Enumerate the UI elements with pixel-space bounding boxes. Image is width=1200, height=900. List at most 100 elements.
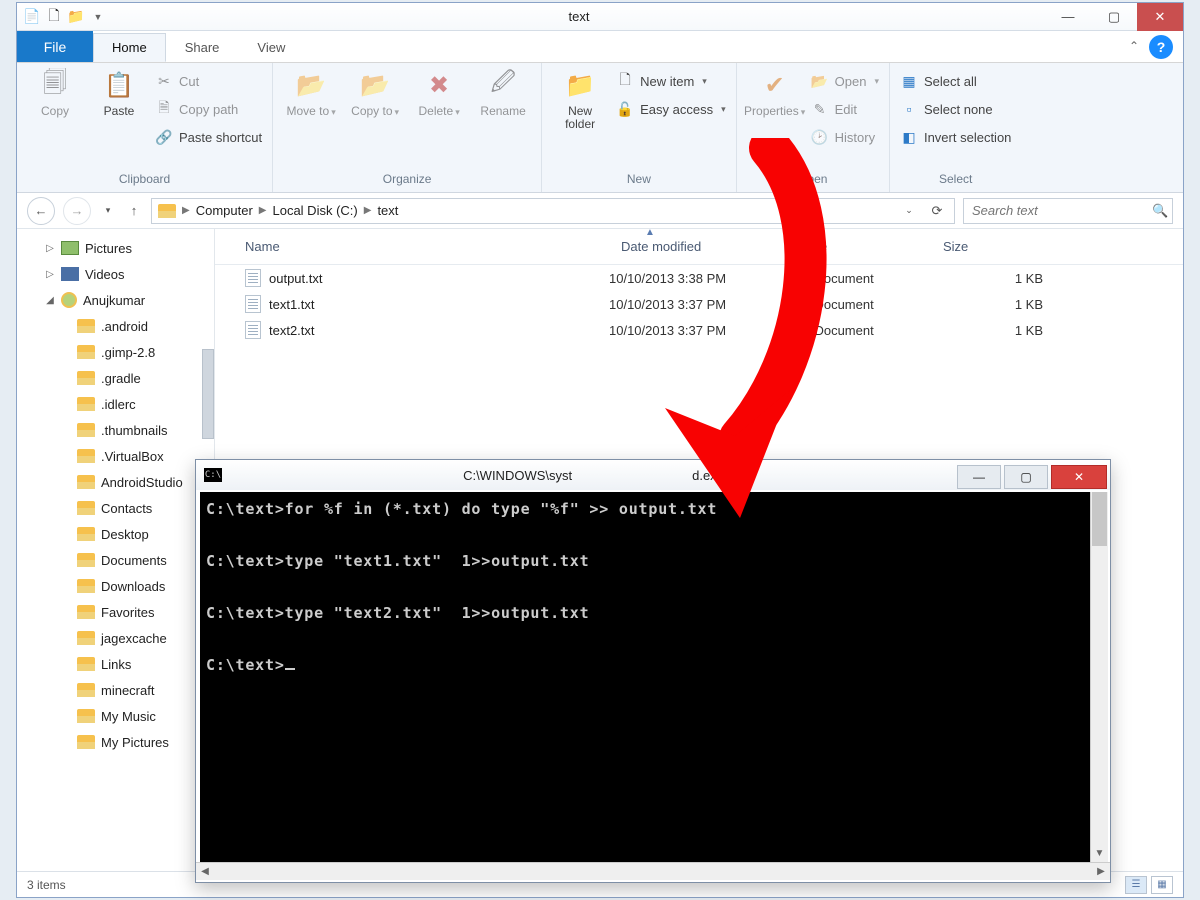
minimize-button[interactable]: — (1045, 3, 1091, 31)
view-icons-button[interactable]: ▦ (1151, 876, 1173, 894)
tree-item[interactable]: ◢Anujkumar (17, 287, 214, 313)
chevron-right-icon[interactable]: ▶ (257, 205, 269, 216)
close-button[interactable]: ✕ (1137, 3, 1183, 31)
chevron-right-icon[interactable]: ▶ (362, 205, 374, 216)
tab-file[interactable]: File (17, 31, 93, 62)
tree-item[interactable]: .VirtualBox (17, 443, 214, 469)
tree-item[interactable]: AndroidStudio (17, 469, 214, 495)
tab-view[interactable]: View (238, 33, 304, 62)
scroll-right-icon[interactable]: ▶ (1092, 863, 1110, 880)
maximize-button[interactable]: ▢ (1091, 3, 1137, 31)
copy-path-button[interactable]: 🗎Copy path (155, 97, 262, 121)
col-size[interactable]: Size (931, 239, 1183, 254)
col-date[interactable]: Date modified (609, 239, 787, 254)
paste-button[interactable]: 📋 Paste (91, 67, 147, 118)
col-name[interactable]: Name (215, 239, 609, 254)
tree-item[interactable]: .gimp-2.8 (17, 339, 214, 365)
scroll-left-icon[interactable]: ◀ (196, 863, 214, 880)
cmd-vertical-scrollbar[interactable]: ▲ ▼ (1090, 492, 1108, 862)
select-all-button[interactable]: ▦Select all (900, 69, 1011, 93)
file-row[interactable]: text2.txt10/10/2013 3:37 PMText Document… (215, 317, 1183, 343)
delete-button[interactable]: ✖Delete▾ (411, 67, 467, 119)
cmd-close-button[interactable]: ✕ (1051, 465, 1107, 489)
scroll-thumb[interactable] (1092, 492, 1107, 546)
address-dropdown-icon[interactable]: ⌄ (898, 200, 920, 222)
move-to-button[interactable]: 📂Move to▾ (283, 67, 339, 119)
tree-item[interactable]: My Music (17, 703, 214, 729)
nav-recent-dropdown[interactable]: ▾ (99, 197, 117, 225)
history-button[interactable]: 🕑History (811, 125, 879, 149)
collapse-ribbon-icon[interactable]: ⌃ (1129, 39, 1139, 62)
easy-access-button[interactable]: 🔓Easy access▾ (616, 97, 726, 121)
chevron-right-icon[interactable]: ▶ (180, 205, 192, 216)
view-details-button[interactable]: ☰ (1125, 876, 1147, 894)
file-row[interactable]: output.txt10/10/2013 3:38 PMText Documen… (215, 265, 1183, 291)
scroll-down-icon[interactable]: ▼ (1091, 844, 1108, 862)
tree-item[interactable]: ▷Pictures (17, 235, 214, 261)
crumb-local-disk[interactable]: Local Disk (C:) (272, 203, 357, 218)
nav-pane[interactable]: ▷Pictures▷Videos◢Anujkumar.android.gimp-… (17, 229, 215, 871)
folder-icon (77, 735, 95, 749)
select-none-button[interactable]: ▫Select none (900, 97, 1011, 121)
tree-item[interactable]: My Pictures (17, 729, 214, 755)
cmd-maximize-button[interactable]: ▢ (1004, 465, 1048, 489)
nav-forward-button[interactable]: → (63, 197, 91, 225)
qat-new-icon[interactable]: 🗋 (45, 8, 63, 26)
expand-icon[interactable]: ◢ (45, 295, 55, 306)
nav-back-button[interactable]: ← (27, 197, 55, 225)
tree-item[interactable]: Contacts (17, 495, 214, 521)
tree-item[interactable]: Downloads (17, 573, 214, 599)
tree-item[interactable]: Documents (17, 547, 214, 573)
pictures-icon (61, 241, 79, 255)
rename-button[interactable]: 🖉Rename (475, 67, 531, 118)
cut-button[interactable]: ✂Cut (155, 69, 262, 93)
cmd-horizontal-scrollbar[interactable]: ◀ ▶ (196, 862, 1110, 880)
edit-button[interactable]: ✎Edit (811, 97, 879, 121)
column-headers[interactable]: Name Date modified Type Size (215, 229, 1183, 265)
tree-item[interactable]: minecraft (17, 677, 214, 703)
tab-home[interactable]: Home (93, 33, 166, 62)
cmd-minimize-button[interactable]: — (957, 465, 1001, 489)
ribbon-group-clipboard: 🗐 Copy 📋 Paste ✂Cut 🗎Copy path 🔗Paste sh… (17, 63, 273, 192)
tree-item[interactable]: .thumbnails (17, 417, 214, 443)
properties-button[interactable]: ✔Properties▾ (747, 67, 803, 119)
new-folder-button[interactable]: 📁New folder (552, 67, 608, 131)
expand-icon[interactable]: ▷ (45, 269, 55, 280)
tree-item[interactable]: Links (17, 651, 214, 677)
easy-access-icon: 🔓 (616, 100, 634, 118)
file-name: text1.txt (269, 297, 315, 312)
qat-folder-icon[interactable]: 📁 (67, 8, 85, 26)
crumb-computer[interactable]: Computer (196, 203, 253, 218)
sidebar-scrollbar[interactable] (202, 349, 214, 439)
tab-share[interactable]: Share (166, 33, 239, 62)
tree-item[interactable]: .android (17, 313, 214, 339)
tree-item[interactable]: Favorites (17, 599, 214, 625)
file-row[interactable]: text1.txt10/10/2013 3:37 PMText Document… (215, 291, 1183, 317)
qat-dropdown-icon[interactable]: ▼ (89, 8, 107, 26)
tree-item-label: Contacts (101, 501, 152, 516)
col-type[interactable]: Type (787, 239, 931, 254)
tree-item[interactable]: jagexcache (17, 625, 214, 651)
crumb-text[interactable]: text (377, 203, 398, 218)
tree-item-label: minecraft (101, 683, 154, 698)
help-button[interactable]: ? (1149, 35, 1173, 59)
search-box[interactable]: 🔍 (963, 198, 1173, 224)
tree-item[interactable]: ▷Videos (17, 261, 214, 287)
paste-shortcut-button[interactable]: 🔗Paste shortcut (155, 125, 262, 149)
invert-selection-button[interactable]: ◧Invert selection (900, 125, 1011, 149)
qat-properties-icon[interactable]: 📄 (23, 8, 41, 26)
breadcrumb[interactable]: ▶ Computer ▶ Local Disk (C:) ▶ text ⌄ ⟳ (151, 198, 955, 224)
refresh-button[interactable]: ⟳ (926, 200, 948, 222)
new-item-button[interactable]: 🗋New item▾ (616, 69, 726, 93)
tree-item[interactable]: Desktop (17, 521, 214, 547)
search-input[interactable] (970, 202, 1152, 219)
open-button[interactable]: 📂Open▾ (811, 69, 879, 93)
tree-item[interactable]: .idlerc (17, 391, 214, 417)
cmd-output[interactable]: C:\text>for %f in (*.txt) do type "%f" >… (200, 492, 1090, 862)
copy-to-button[interactable]: 📂Copy to▾ (347, 67, 403, 119)
nav-up-button[interactable]: ↑ (125, 197, 143, 225)
tree-item[interactable]: .gradle (17, 365, 214, 391)
cmd-titlebar[interactable]: C:\ C:\WINDOWS\systd.exe — ▢ ✕ (196, 460, 1110, 490)
copy-button[interactable]: 🗐 Copy (27, 67, 83, 118)
expand-icon[interactable]: ▷ (45, 243, 55, 254)
